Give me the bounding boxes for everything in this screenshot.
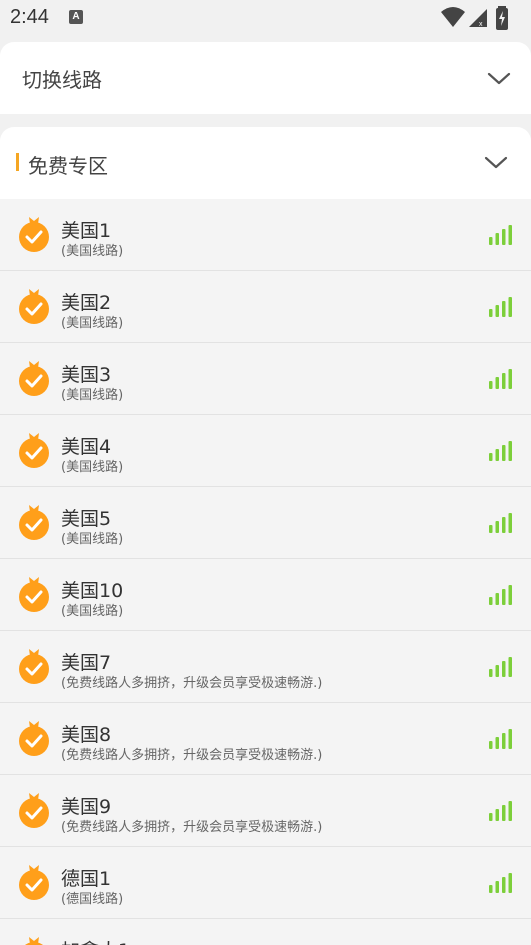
signal-strength-icon (489, 873, 512, 893)
medal-check-icon (19, 361, 49, 396)
chevron-down-icon[interactable] (483, 149, 509, 175)
server-row[interactable]: 美国3 (美国线路) (0, 343, 531, 415)
switch-line-title: 切换线路 (22, 68, 102, 92)
medal-check-icon (19, 505, 49, 540)
server-name: 美国3 (61, 364, 112, 386)
medal-check-icon (19, 577, 49, 612)
signal-strength-icon (489, 369, 512, 389)
wifi-icon (441, 7, 465, 27)
medal-check-icon (19, 793, 49, 828)
server-name: 美国4 (61, 436, 112, 458)
server-name: 美国9 (61, 796, 112, 818)
signal-strength-icon (489, 729, 512, 749)
server-description: (美国线路) (61, 244, 124, 259)
medal-check-icon (19, 217, 49, 252)
notification-a-icon: A (69, 10, 83, 24)
signal-strength-icon (489, 657, 512, 677)
server-name: 美国10 (61, 580, 124, 602)
medal-check-icon (19, 289, 49, 324)
server-description: (免费线路人多拥挤，升级会员享受极速畅游.) (61, 748, 323, 763)
signal-strength-icon (489, 225, 512, 245)
cell-signal-icon: x (469, 9, 487, 28)
server-name: 美国1 (61, 220, 112, 242)
server-description: (免费线路人多拥挤，升级会员享受极速畅游.) (61, 676, 323, 691)
server-row[interactable]: 美国2 (美国线路) (0, 271, 531, 343)
medal-check-icon (19, 865, 49, 900)
free-zone-header[interactable]: 免费专区 (0, 127, 531, 199)
server-name: 德国1 (61, 868, 112, 890)
server-name: 美国8 (61, 724, 112, 746)
server-description: (美国线路) (61, 460, 124, 475)
server-row[interactable]: 德国1 (德国线路) (0, 847, 531, 919)
server-row[interactable]: 美国7 (免费线路人多拥挤，升级会员享受极速畅游.) (0, 631, 531, 703)
server-description: (美国线路) (61, 532, 124, 547)
server-row[interactable]: 美国10 (美国线路) (0, 559, 531, 631)
medal-check-icon (25, 937, 43, 945)
server-description: (美国线路) (61, 316, 124, 331)
battery-icon (496, 6, 508, 30)
server-name: 美国5 (61, 508, 112, 530)
server-row[interactable]: 美国1 (美国线路) (0, 199, 531, 271)
status-bar: 2:44 A x (0, 0, 531, 38)
free-zone-accent-bar (16, 153, 19, 171)
server-description: (美国线路) (61, 604, 124, 619)
server-row[interactable]: 美国9 (免费线路人多拥挤，升级会员享受极速畅游.) (0, 775, 531, 847)
server-description: (免费线路人多拥挤，升级会员享受极速畅游.) (61, 820, 323, 835)
switch-line-header[interactable]: 切换线路 (0, 42, 531, 114)
server-description: (美国线路) (61, 388, 124, 403)
medal-check-icon (19, 433, 49, 468)
chevron-down-icon[interactable] (486, 65, 512, 91)
medal-check-icon (19, 649, 49, 684)
server-name: 美国7 (61, 652, 112, 674)
server-name: 美国2 (61, 292, 112, 314)
signal-strength-icon (489, 585, 512, 605)
server-row[interactable]: 美国8 (免费线路人多拥挤，升级会员享受极速畅游.) (0, 703, 531, 775)
server-row[interactable]: 美国5 (美国线路) (0, 487, 531, 559)
svg-text:x: x (479, 21, 483, 28)
signal-strength-icon (489, 801, 512, 821)
status-time: 2:44 (10, 6, 49, 28)
signal-strength-icon (489, 513, 512, 533)
free-zone-title: 免费专区 (28, 154, 108, 178)
medal-check-icon (19, 721, 49, 756)
server-row[interactable]: 美国4 (美国线路) (0, 415, 531, 487)
server-row[interactable]: 加拿大1 (0, 919, 531, 945)
server-name: 加拿大1 (61, 936, 130, 945)
signal-strength-icon (489, 297, 512, 317)
server-list: 美国1 (美国线路) 美国2 (美国线路) 美国3 (美国线路) 美国4 (美国… (0, 199, 531, 945)
signal-strength-icon (489, 441, 512, 461)
server-description: (德国线路) (61, 892, 124, 907)
